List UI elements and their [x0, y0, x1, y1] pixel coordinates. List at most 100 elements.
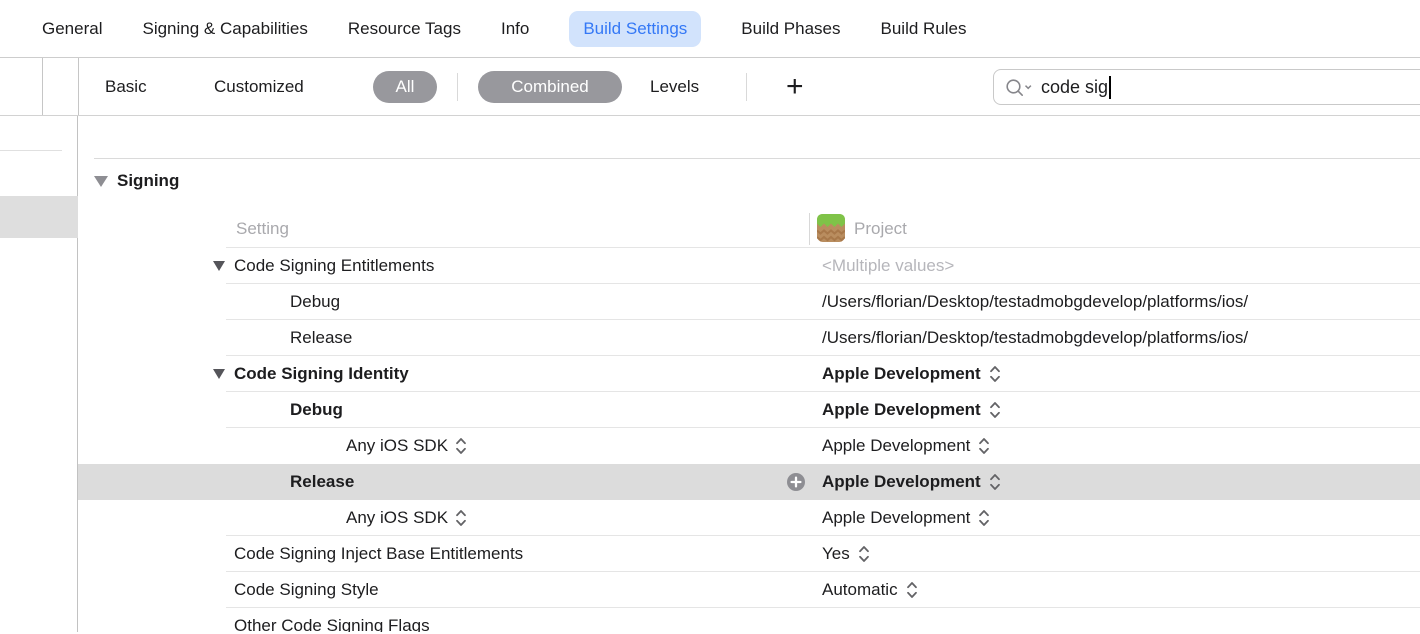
row-value-text: Apple Development: [822, 436, 970, 456]
row-label-group: Other Code Signing Flags: [234, 608, 430, 632]
row-label: Code Signing Inject Base Entitlements: [234, 544, 523, 564]
row-label-group: Release: [290, 464, 354, 500]
tab-general[interactable]: General: [42, 19, 102, 39]
row-label: Release: [290, 472, 354, 492]
row-value[interactable]: Yes: [822, 536, 1420, 572]
toolbar-divider: [457, 73, 458, 101]
tab-build-phases[interactable]: Build Phases: [741, 19, 840, 39]
row-label-group: Code Signing Entitlements: [234, 248, 434, 284]
row-value[interactable]: Apple Development: [822, 356, 1420, 392]
table-row[interactable]: Code Signing Inject Base Entitlements Ye…: [78, 536, 1420, 572]
row-value[interactable]: Automatic: [822, 572, 1420, 608]
add-setting-button[interactable]: +: [786, 72, 804, 102]
filter-basic-button[interactable]: Basic: [105, 77, 147, 97]
table-row[interactable]: Code Signing Identity Apple Development: [78, 356, 1420, 392]
row-label: Any iOS SDK: [346, 436, 448, 456]
row-label-group: Code Signing Identity: [234, 356, 409, 392]
row-label: Debug: [290, 292, 340, 312]
project-sidebar[interactable]: [0, 116, 78, 632]
stepper-icon[interactable]: [858, 545, 870, 563]
row-label: Code Signing Style: [234, 580, 379, 600]
add-value-button[interactable]: [787, 473, 805, 491]
column-header-setting: Setting: [236, 219, 289, 239]
search-text: code sig: [1041, 77, 1108, 98]
row-label-group: Debug: [290, 392, 343, 428]
column-header-project: Project: [854, 219, 907, 239]
disclosure-triangle-icon[interactable]: [94, 176, 108, 187]
build-settings-table: Signing Setting Project Code Signing Ent…: [78, 116, 1420, 632]
row-value[interactable]: [822, 608, 1420, 632]
search-icon[interactable]: [1005, 78, 1033, 97]
disclosure-triangle-icon[interactable]: [213, 369, 225, 379]
column-header-row: Setting Project: [78, 210, 1420, 248]
row-value-text: Apple Development: [822, 472, 981, 492]
stepper-icon[interactable]: [455, 437, 467, 455]
row-label-group: Any iOS SDK: [346, 428, 467, 464]
table-row[interactable]: Code Signing Entitlements <Multiple valu…: [78, 248, 1420, 284]
section-header-signing: Signing: [94, 171, 179, 191]
stepper-icon[interactable]: [989, 401, 1001, 419]
tab-build-rules[interactable]: Build Rules: [881, 19, 967, 39]
row-value-text: Apple Development: [822, 364, 981, 384]
row-label: Any iOS SDK: [346, 508, 448, 528]
row-label-group: Release: [290, 320, 352, 356]
tab-resource-tags[interactable]: Resource Tags: [348, 19, 461, 39]
sidebar-selected-item[interactable]: [0, 196, 78, 238]
table-row[interactable]: Debug /Users/florian/Desktop/testadmobgd…: [78, 284, 1420, 320]
row-value-text: /Users/florian/Desktop/testadmobgdevelop…: [822, 328, 1248, 348]
row-label: Code Signing Identity: [234, 364, 409, 384]
table-row[interactable]: Any iOS SDK Apple Development: [78, 500, 1420, 536]
row-value[interactable]: /Users/florian/Desktop/testadmobgdevelop…: [822, 320, 1420, 356]
toolbar-divider: [746, 73, 747, 101]
table-row[interactable]: Other Code Signing Flags: [78, 608, 1420, 632]
tab-signing-capabilities[interactable]: Signing & Capabilities: [142, 19, 307, 39]
row-value[interactable]: Apple Development: [822, 464, 1420, 500]
stepper-icon[interactable]: [906, 581, 918, 599]
search-input[interactable]: code sig: [993, 69, 1420, 105]
editor-tab-bar: General Signing & Capabilities Resource …: [0, 0, 1420, 58]
filter-all-button[interactable]: All: [373, 71, 437, 103]
row-label-group: Debug: [290, 284, 340, 320]
stepper-icon[interactable]: [978, 509, 990, 527]
tab-build-settings[interactable]: Build Settings: [569, 11, 701, 47]
build-settings-toolbar: Basic Customized All Combined Levels + c…: [0, 58, 1420, 116]
settings-rows: Code Signing Entitlements <Multiple valu…: [78, 248, 1420, 632]
section-top-divider: [94, 158, 1420, 159]
view-combined-button[interactable]: Combined: [478, 71, 622, 103]
row-label: Debug: [290, 400, 343, 420]
row-label-group: Any iOS SDK: [346, 500, 467, 536]
text-cursor: [1109, 76, 1111, 99]
app-project-icon: [817, 214, 845, 247]
divider: [78, 58, 79, 115]
sidebar-divider: [0, 150, 62, 151]
row-label-group: Code Signing Inject Base Entitlements: [234, 536, 523, 572]
divider: [42, 58, 43, 115]
row-value[interactable]: Apple Development: [822, 500, 1420, 536]
row-value[interactable]: Apple Development: [822, 428, 1420, 464]
view-levels-button[interactable]: Levels: [650, 77, 699, 97]
table-row[interactable]: Debug Apple Development: [78, 392, 1420, 428]
stepper-icon[interactable]: [989, 365, 1001, 383]
stepper-icon[interactable]: [989, 473, 1001, 491]
row-label: Code Signing Entitlements: [234, 256, 434, 276]
row-value[interactable]: Apple Development: [822, 392, 1420, 428]
stepper-icon[interactable]: [455, 509, 467, 527]
row-value[interactable]: /Users/florian/Desktop/testadmobgdevelop…: [822, 284, 1420, 320]
table-row[interactable]: Any iOS SDK Apple Development: [78, 428, 1420, 464]
row-label: Other Code Signing Flags: [234, 616, 430, 632]
row-value-text: Apple Development: [822, 508, 970, 528]
stepper-icon[interactable]: [978, 437, 990, 455]
row-value-text: Automatic: [822, 580, 898, 600]
table-row[interactable]: Code Signing Style Automatic: [78, 572, 1420, 608]
table-row[interactable]: Release /Users/florian/Desktop/testadmob…: [78, 320, 1420, 356]
row-value-text: <Multiple values>: [822, 256, 954, 276]
disclosure-triangle-icon[interactable]: [213, 261, 225, 271]
column-divider: [809, 213, 810, 245]
content-area: Signing Setting Project Code Signing Ent…: [0, 116, 1420, 632]
row-label: Release: [290, 328, 352, 348]
tab-info[interactable]: Info: [501, 19, 529, 39]
filter-customized-button[interactable]: Customized: [214, 77, 304, 97]
table-row[interactable]: Release Apple Development: [78, 464, 1420, 500]
section-title: Signing: [117, 171, 179, 191]
row-value[interactable]: <Multiple values>: [822, 248, 1420, 284]
